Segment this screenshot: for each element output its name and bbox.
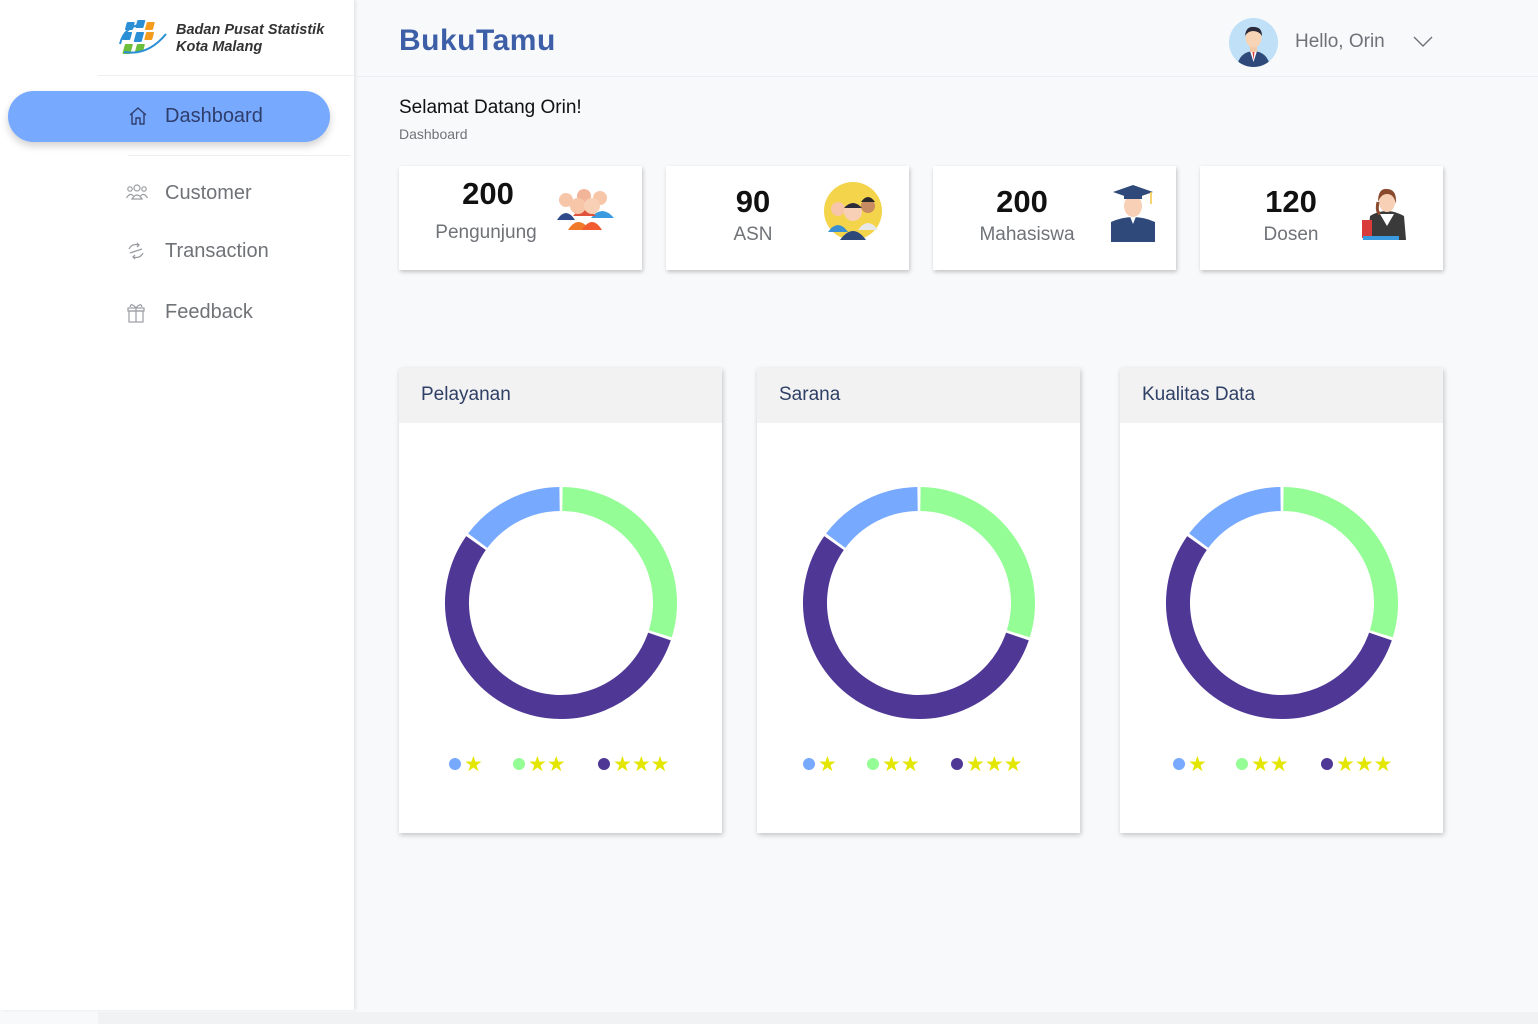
group-icon: [557, 189, 614, 230]
rating-card-pelayanan: Pelayanan ★ ★★ ★★★: [399, 368, 722, 833]
star-icon: ★★: [528, 752, 566, 776]
stat-label: Pengunjung: [435, 222, 537, 243]
star-icon: ★★: [882, 752, 920, 776]
legend-dot: [1236, 758, 1248, 770]
footer-bar: [98, 1012, 1538, 1024]
sidebar-item-label: Dashboard: [165, 105, 263, 127]
stat-card-asn: 90 ASN: [666, 166, 909, 270]
sidebar-divider: [128, 155, 350, 156]
legend-dot: [1173, 758, 1185, 770]
stat-label: ASN: [733, 224, 773, 245]
donut-segment-2-star: [1282, 487, 1398, 638]
donut-segment-3-star: [445, 536, 671, 719]
legend-dot: [598, 758, 610, 770]
donut-segment-3-star: [803, 536, 1029, 719]
star-icon: ★★★: [966, 752, 1023, 776]
legend-item: ★★: [1236, 751, 1289, 777]
stat-card-dosen: 120 Dosen: [1200, 166, 1443, 270]
stat-label: Mahasiswa: [979, 224, 1075, 245]
legend-item: ★★★: [1321, 751, 1392, 777]
legend-dot: [803, 758, 815, 770]
legend-item: ★★★: [951, 751, 1022, 777]
users-icon: [126, 184, 148, 200]
legend-dot: [951, 758, 963, 770]
legend-item: ★: [1173, 751, 1207, 777]
donut-segment-2-star: [919, 487, 1035, 638]
sidebar-item-feedback[interactable]: Feedback: [120, 298, 340, 328]
donut-segment-2-star: [561, 487, 677, 638]
officials-icon: [824, 182, 882, 240]
donut-chart: [803, 487, 1035, 719]
sidebar-item-customer[interactable]: Customer: [120, 179, 340, 209]
sidebar-item-label: Customer: [165, 182, 252, 204]
exchange-icon: [128, 242, 144, 260]
chart-legend: ★ ★★ ★★★: [1120, 751, 1443, 777]
welcome-heading: Selamat Datang Orin!: [399, 97, 582, 118]
donut-chart: [1166, 487, 1398, 719]
donut-chart: [445, 487, 677, 719]
sidebar-item-transaction[interactable]: Transaction: [120, 237, 340, 267]
stat-value: 200: [996, 184, 1048, 219]
stat-value: 200: [462, 176, 514, 211]
user-greeting: Hello, Orin: [1295, 31, 1385, 52]
teacher-icon: [1362, 188, 1406, 240]
sidebar-item-label: Transaction: [165, 240, 269, 262]
donut-segment-3-star: [1166, 536, 1392, 719]
sidebar-divider: [98, 75, 354, 76]
sidebar-item-label: Feedback: [165, 301, 253, 323]
chevron-down-icon[interactable]: [1413, 36, 1433, 48]
graduate-icon: [1111, 185, 1155, 242]
donut-segment-1-star: [468, 487, 561, 549]
stat-value: 120: [1265, 184, 1317, 219]
legend-dot: [1321, 758, 1333, 770]
star-icon: ★: [1188, 752, 1207, 776]
header-divider: [354, 76, 1538, 77]
legend-item: ★★: [867, 751, 920, 777]
star-icon: ★★: [1251, 752, 1289, 776]
star-icon: ★: [464, 752, 483, 776]
org-name: Badan Pusat Statistik: [176, 22, 325, 38]
app-title: BukuTamu: [399, 24, 556, 57]
user-menu[interactable]: Hello, Orin: [1229, 17, 1433, 67]
bps-logo-icon: [119, 20, 167, 54]
avatar: [1229, 17, 1278, 67]
sidebar-item-dashboard[interactable]: Dashboard: [8, 91, 330, 142]
stat-value: 90: [735, 184, 771, 219]
star-icon: ★★★: [613, 752, 670, 776]
stat-label: Dosen: [1263, 224, 1319, 245]
stat-card-mahasiswa: 200 Mahasiswa: [933, 166, 1176, 270]
gift-icon: [127, 304, 145, 323]
legend-item: ★: [449, 751, 483, 777]
legend-dot: [513, 758, 525, 770]
card-title: Pelayanan: [399, 368, 722, 423]
breadcrumb: Dashboard: [399, 126, 468, 142]
star-icon: ★★★: [1336, 752, 1393, 776]
stat-card-pengunjung: 200 Pengunjung: [399, 166, 642, 270]
card-title: Kualitas Data: [1120, 368, 1443, 423]
org-city: Kota Malang: [176, 39, 263, 55]
legend-item: ★: [803, 751, 837, 777]
sidebar: Badan Pusat Statistik Kota Malang Dashbo…: [0, 0, 354, 1010]
rating-card-sarana: Sarana ★ ★★ ★★★: [757, 368, 1080, 833]
card-title: Sarana: [757, 368, 1080, 423]
donut-segment-1-star: [1189, 487, 1282, 549]
legend-item: ★★: [513, 751, 566, 777]
donut-segment-1-star: [826, 487, 919, 549]
home-icon: [129, 107, 147, 125]
chart-legend: ★ ★★ ★★★: [399, 751, 722, 777]
star-icon: ★: [818, 752, 837, 776]
bps-logo[interactable]: Badan Pusat Statistik Kota Malang: [118, 18, 324, 60]
legend-dot: [449, 758, 461, 770]
chart-legend: ★ ★★ ★★★: [757, 751, 1080, 777]
legend-dot: [867, 758, 879, 770]
rating-card-kualitas-data: Kualitas Data ★ ★★ ★★★: [1120, 368, 1443, 833]
legend-item: ★★★: [598, 751, 669, 777]
